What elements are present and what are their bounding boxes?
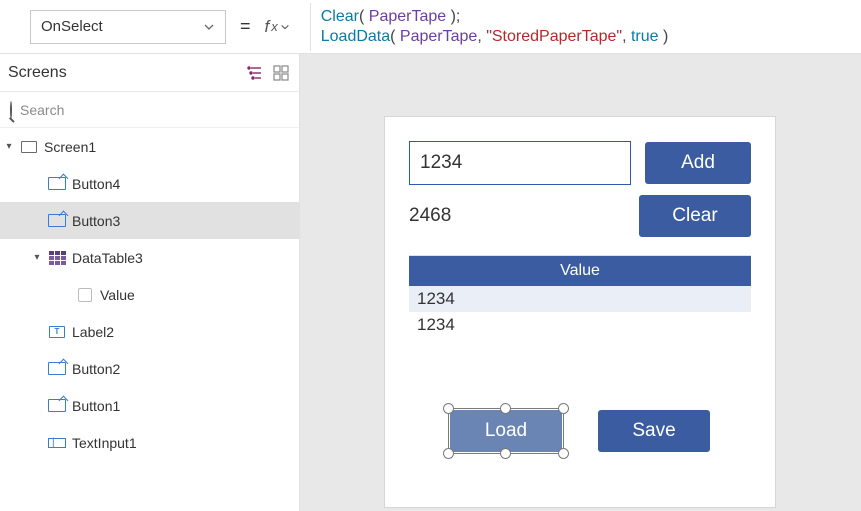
clear-button[interactable]: Clear xyxy=(639,195,751,237)
tree-header: Screens xyxy=(0,54,299,92)
formula-input[interactable]: Clear( PaperTape );LoadData( PaperTape, … xyxy=(310,3,851,51)
search-icon xyxy=(10,102,12,118)
screen-icon xyxy=(20,140,38,154)
tree-item-textinput1[interactable]: TextInput1 xyxy=(0,424,299,461)
resize-handle[interactable] xyxy=(500,403,511,414)
load-button[interactable]: Load xyxy=(450,410,562,452)
tree-item-label: Button1 xyxy=(72,398,120,414)
tree-panel: Screens ▾ Screen1 Button4 Button3 ▾ DataTable… xyxy=(0,54,300,511)
tree-item-label: DataTable3 xyxy=(72,250,143,266)
btn-icon xyxy=(48,177,66,191)
tree-item-label: Screen1 xyxy=(44,139,96,155)
resize-handle[interactable] xyxy=(558,448,569,459)
number-input[interactable] xyxy=(409,141,631,185)
resize-handle[interactable] xyxy=(443,403,454,414)
tree-search[interactable] xyxy=(0,92,299,128)
thumbnail-view-icon[interactable] xyxy=(273,65,289,81)
tree-item-label: Button4 xyxy=(72,176,120,192)
data-table[interactable]: Value 12341234 xyxy=(409,255,751,338)
table-row[interactable]: 1234 xyxy=(409,312,751,338)
chevron-down-icon xyxy=(203,21,215,33)
textinput-icon xyxy=(48,436,66,450)
tree-title: Screens xyxy=(8,64,67,82)
resize-handle[interactable] xyxy=(443,448,454,459)
tree-item-label2[interactable]: T Label2 xyxy=(0,313,299,350)
tree-item-label: Value xyxy=(100,287,135,303)
tree-view-list-icon[interactable] xyxy=(247,65,263,81)
tree-item-value[interactable]: Value xyxy=(0,276,299,313)
table-icon xyxy=(48,251,66,265)
main-area: Screens ▾ Screen1 Button4 Button3 ▾ DataTable… xyxy=(0,54,861,511)
chevron-down-icon xyxy=(280,22,290,32)
tree-search-input[interactable] xyxy=(20,102,289,118)
tree-item-button1[interactable]: Button1 xyxy=(0,387,299,424)
property-dropdown[interactable]: OnSelect xyxy=(30,10,226,44)
canvas-area[interactable]: Add 2468 Clear Value 12341234 Load xyxy=(300,54,861,511)
resize-handle[interactable] xyxy=(558,403,569,414)
formula-bar: OnSelect = fx Clear( PaperTape );LoadDat… xyxy=(0,0,861,54)
tree-list: ▾ Screen1 Button4 Button3 ▾ DataTable3 Value TL… xyxy=(0,128,299,511)
tree-item-datatable3[interactable]: ▾ DataTable3 xyxy=(0,239,299,276)
table-header: Value xyxy=(409,256,751,286)
fx-indicator[interactable]: fx xyxy=(265,17,296,37)
btn-icon xyxy=(48,362,66,376)
tree-item-label: Button3 xyxy=(72,213,120,229)
save-button[interactable]: Save xyxy=(598,410,710,452)
btn-icon xyxy=(48,214,66,228)
expand-caret-icon[interactable]: ▾ xyxy=(4,141,14,152)
tree-item-label: Label2 xyxy=(72,324,114,340)
label-icon: T xyxy=(48,325,66,339)
equals-sign: = xyxy=(240,16,251,37)
tree-item-button2[interactable]: Button2 xyxy=(0,350,299,387)
tree-item-label: Button2 xyxy=(72,361,120,377)
sum-label: 2468 xyxy=(409,205,451,227)
table-row[interactable]: 1234 xyxy=(409,286,751,312)
tree-item-label: TextInput1 xyxy=(72,435,137,451)
expand-caret-icon[interactable]: ▾ xyxy=(32,252,42,263)
tree-item-screen1[interactable]: ▾ Screen1 xyxy=(0,128,299,165)
add-button[interactable]: Add xyxy=(645,142,751,184)
fx-label: f xyxy=(265,17,270,37)
resize-handle[interactable] xyxy=(500,448,511,459)
field-icon xyxy=(76,288,94,302)
btn-icon xyxy=(48,399,66,413)
app-preview: Add 2468 Clear Value 12341234 Load xyxy=(384,116,776,508)
tree-item-button4[interactable]: Button4 xyxy=(0,165,299,202)
tree-item-button3[interactable]: Button3 xyxy=(0,202,299,239)
selected-control[interactable]: Load xyxy=(450,410,562,452)
property-dropdown-label: OnSelect xyxy=(41,18,103,35)
